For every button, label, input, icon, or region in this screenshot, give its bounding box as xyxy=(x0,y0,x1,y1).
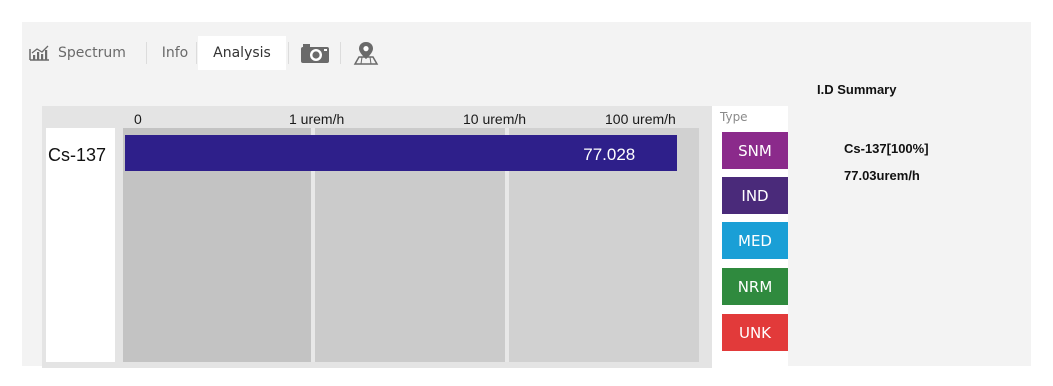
x-tick-label: 100 urem/h xyxy=(605,111,676,127)
type-header: Type xyxy=(720,110,748,124)
nuclide-label: Cs-137 xyxy=(48,145,107,165)
tab-map[interactable] xyxy=(344,36,388,70)
main-panel: Spectrum Info Analysis Cs-137 0 1 urem/h… xyxy=(22,22,1031,368)
tab-analysis-label: Analysis xyxy=(213,45,271,61)
dose-value-label: 77.028 xyxy=(583,145,636,164)
tab-divider xyxy=(146,42,147,64)
type-nrm-button[interactable]: NRM xyxy=(722,268,788,305)
x-tick-label: 0 xyxy=(134,111,142,127)
type-snm-button[interactable]: SNM xyxy=(722,132,788,169)
summary-nuclide: Cs-137[100%] xyxy=(844,141,929,156)
tab-camera[interactable] xyxy=(292,36,338,70)
tab-divider xyxy=(196,42,197,64)
tab-analysis[interactable]: Analysis xyxy=(198,36,286,70)
x-tick-label: 1 urem/h xyxy=(289,111,345,127)
app-window: Spectrum Info Analysis Cs-137 0 1 urem/h… xyxy=(0,0,1053,386)
spectrum-chart-icon xyxy=(28,44,50,62)
type-unk-button[interactable]: UNK xyxy=(722,314,788,351)
x-tick-label: 10 urem/h xyxy=(463,111,527,127)
tab-divider xyxy=(288,42,289,64)
type-med-button[interactable]: MED xyxy=(722,222,788,259)
tab-divider xyxy=(340,42,341,64)
id-summary-title: I.D Summary xyxy=(817,82,897,97)
tab-info[interactable]: Info xyxy=(156,36,194,70)
tab-info-label: Info xyxy=(161,45,189,61)
summary-dose: 77.03urem/h xyxy=(844,168,920,183)
map-pin-icon xyxy=(353,40,379,66)
tab-spectrum-label: Spectrum xyxy=(58,45,126,61)
type-ind-button[interactable]: IND xyxy=(722,177,788,214)
tab-spectrum[interactable]: Spectrum xyxy=(28,36,144,70)
camera-icon xyxy=(300,42,330,64)
